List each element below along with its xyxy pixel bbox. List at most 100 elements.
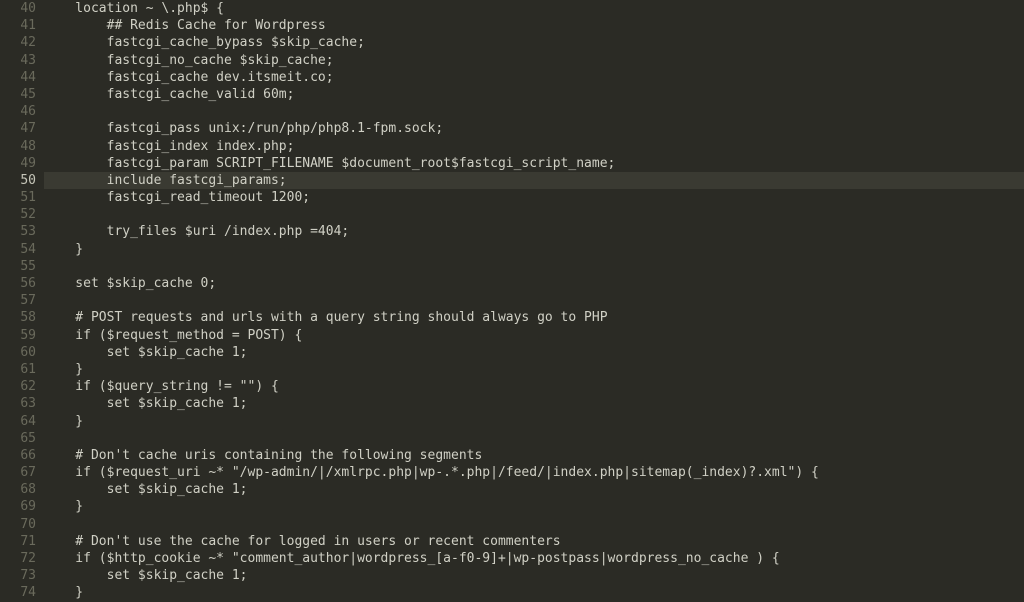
line-number: 57 (6, 292, 36, 309)
code-text: # Don't use the cache for logged in user… (44, 534, 561, 549)
line-number: 54 (6, 241, 36, 258)
line-number: 55 (6, 258, 36, 275)
code-line[interactable]: set $skip_cache 1; (44, 481, 1024, 498)
code-line[interactable]: } (44, 498, 1024, 515)
code-line[interactable] (44, 258, 1024, 275)
code-line[interactable]: } (44, 584, 1024, 601)
line-number: 49 (6, 155, 36, 172)
line-number: 44 (6, 69, 36, 86)
code-text: fastcgi_cache_bypass $skip_cache; (44, 35, 365, 50)
line-number: 50 (6, 172, 36, 189)
line-number: 66 (6, 447, 36, 464)
code-line[interactable]: if ($request_uri ~* "/wp-admin/|/xmlrpc.… (44, 464, 1024, 481)
code-line[interactable]: fastcgi_index index.php; (44, 138, 1024, 155)
line-number: 47 (6, 120, 36, 137)
code-line[interactable]: fastcgi_no_cache $skip_cache; (44, 52, 1024, 69)
code-line[interactable]: fastcgi_read_timeout 1200; (44, 189, 1024, 206)
code-line[interactable]: fastcgi_pass unix:/run/php/php8.1-fpm.so… (44, 120, 1024, 137)
code-text: fastcgi_read_timeout 1200; (44, 190, 310, 205)
code-text: } (44, 585, 83, 600)
code-text (44, 104, 52, 119)
line-number: 64 (6, 413, 36, 430)
code-text (44, 293, 52, 308)
code-line[interactable]: } (44, 413, 1024, 430)
line-number: 69 (6, 498, 36, 515)
code-text: set $skip_cache 1; (44, 345, 248, 360)
code-line[interactable]: fastcgi_cache_valid 60m; (44, 86, 1024, 103)
code-line[interactable] (44, 430, 1024, 447)
code-line[interactable]: if ($request_method = POST) { (44, 327, 1024, 344)
code-line[interactable]: fastcgi_param SCRIPT_FILENAME $document_… (44, 155, 1024, 172)
line-number: 53 (6, 223, 36, 240)
line-number: 40 (6, 0, 36, 17)
line-number: 41 (6, 17, 36, 34)
code-line[interactable]: set $skip_cache 0; (44, 275, 1024, 292)
line-number: 56 (6, 275, 36, 292)
code-line[interactable]: } (44, 361, 1024, 378)
line-number: 68 (6, 481, 36, 498)
code-line[interactable] (44, 206, 1024, 223)
line-number: 72 (6, 550, 36, 567)
code-text: if ($request_method = POST) { (44, 328, 302, 343)
line-number-gutter: 4041424344454647484950515253545556575859… (0, 0, 44, 601)
code-text: location ~ \.php$ { (44, 1, 224, 16)
code-line[interactable]: # Don't cache uris containing the follow… (44, 447, 1024, 464)
code-editor[interactable]: 4041424344454647484950515253545556575859… (0, 0, 1024, 601)
line-number: 70 (6, 516, 36, 533)
code-text: include fastcgi_params; (44, 173, 287, 188)
line-number: 63 (6, 395, 36, 412)
code-text: fastcgi_index index.php; (44, 139, 294, 154)
code-line[interactable]: set $skip_cache 1; (44, 395, 1024, 412)
line-number: 74 (6, 584, 36, 601)
code-text: } (44, 414, 83, 429)
code-line[interactable]: ## Redis Cache for Wordpress (44, 17, 1024, 34)
code-line[interactable]: if ($http_cookie ~* "comment_author|word… (44, 550, 1024, 567)
code-line[interactable]: } (44, 241, 1024, 258)
line-number: 71 (6, 533, 36, 550)
line-number: 73 (6, 567, 36, 584)
line-number: 51 (6, 189, 36, 206)
line-number: 62 (6, 378, 36, 395)
code-line[interactable] (44, 516, 1024, 533)
line-number: 46 (6, 103, 36, 120)
code-line[interactable]: try_files $uri /index.php =404; (44, 223, 1024, 240)
code-text (44, 431, 52, 446)
code-line[interactable]: set $skip_cache 1; (44, 344, 1024, 361)
code-text: if ($http_cookie ~* "comment_author|word… (44, 551, 780, 566)
code-text: fastcgi_cache dev.itsmeit.co; (44, 70, 334, 85)
code-line[interactable]: if ($query_string != "") { (44, 378, 1024, 395)
code-line[interactable]: location ~ \.php$ { (44, 0, 1024, 17)
code-text: } (44, 499, 83, 514)
code-line[interactable]: # Don't use the cache for logged in user… (44, 533, 1024, 550)
code-text: if ($query_string != "") { (44, 379, 279, 394)
code-text: ## Redis Cache for Wordpress (44, 18, 326, 33)
line-number: 67 (6, 464, 36, 481)
code-text: fastcgi_param SCRIPT_FILENAME $document_… (44, 156, 615, 171)
line-number: 48 (6, 138, 36, 155)
line-number: 58 (6, 309, 36, 326)
code-line[interactable]: fastcgi_cache dev.itsmeit.co; (44, 69, 1024, 86)
line-number: 60 (6, 344, 36, 361)
code-text: if ($request_uri ~* "/wp-admin/|/xmlrpc.… (44, 465, 819, 480)
code-line[interactable]: set $skip_cache 1; (44, 567, 1024, 584)
code-line[interactable]: fastcgi_cache_bypass $skip_cache; (44, 34, 1024, 51)
code-text: set $skip_cache 1; (44, 396, 248, 411)
code-text: fastcgi_cache_valid 60m; (44, 87, 294, 102)
code-area[interactable]: location ~ \.php$ { ## Redis Cache for W… (44, 0, 1024, 601)
code-text (44, 517, 52, 532)
line-number: 52 (6, 206, 36, 223)
code-line[interactable]: # POST requests and urls with a query st… (44, 309, 1024, 326)
code-text: try_files $uri /index.php =404; (44, 224, 349, 239)
line-number: 42 (6, 34, 36, 51)
code-text: set $skip_cache 1; (44, 568, 248, 583)
code-text: } (44, 242, 83, 257)
line-number: 61 (6, 361, 36, 378)
code-line[interactable]: include fastcgi_params; (44, 172, 1024, 189)
code-text: # POST requests and urls with a query st… (44, 310, 608, 325)
code-line[interactable] (44, 292, 1024, 309)
code-line[interactable] (44, 103, 1024, 120)
code-text (44, 259, 52, 274)
code-text: } (44, 362, 83, 377)
code-text: set $skip_cache 0; (44, 276, 216, 291)
code-text: fastcgi_no_cache $skip_cache; (44, 53, 334, 68)
